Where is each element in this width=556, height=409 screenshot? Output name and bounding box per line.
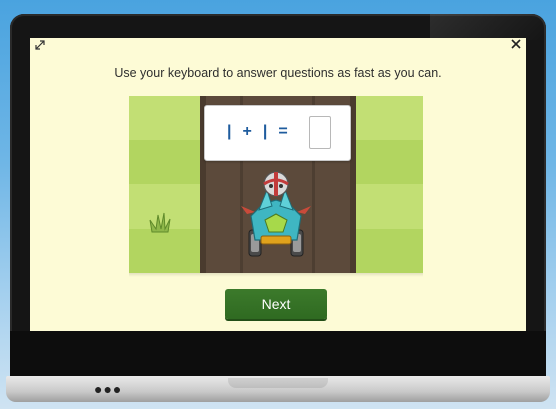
instruction-text: Use your keyboard to answer questions as…	[114, 66, 442, 80]
game-scene: | + | =	[129, 96, 423, 273]
equals-sign: =	[278, 123, 289, 140]
scene-shadow	[129, 273, 423, 277]
operand-b: |	[262, 123, 269, 140]
game-screen: Use your keyboard to answer questions as…	[30, 38, 526, 331]
question-card: | + | =	[204, 105, 351, 161]
grass-tuft-icon	[149, 212, 171, 233]
close-icon[interactable]	[510, 37, 522, 49]
laptop-hinge-notch	[228, 378, 328, 388]
answer-input[interactable]	[309, 116, 331, 149]
expand-icon[interactable]	[34, 38, 46, 50]
next-button[interactable]: Next	[225, 289, 327, 319]
indicator-dots-icon: ●●●	[94, 381, 123, 397]
operand-a: |	[227, 123, 233, 140]
lid-sheen	[430, 14, 546, 40]
operator: +	[242, 123, 253, 140]
screen-bezel-bottom	[10, 331, 546, 376]
racer-kart-icon	[241, 171, 311, 257]
equation: | + | =	[227, 122, 289, 142]
